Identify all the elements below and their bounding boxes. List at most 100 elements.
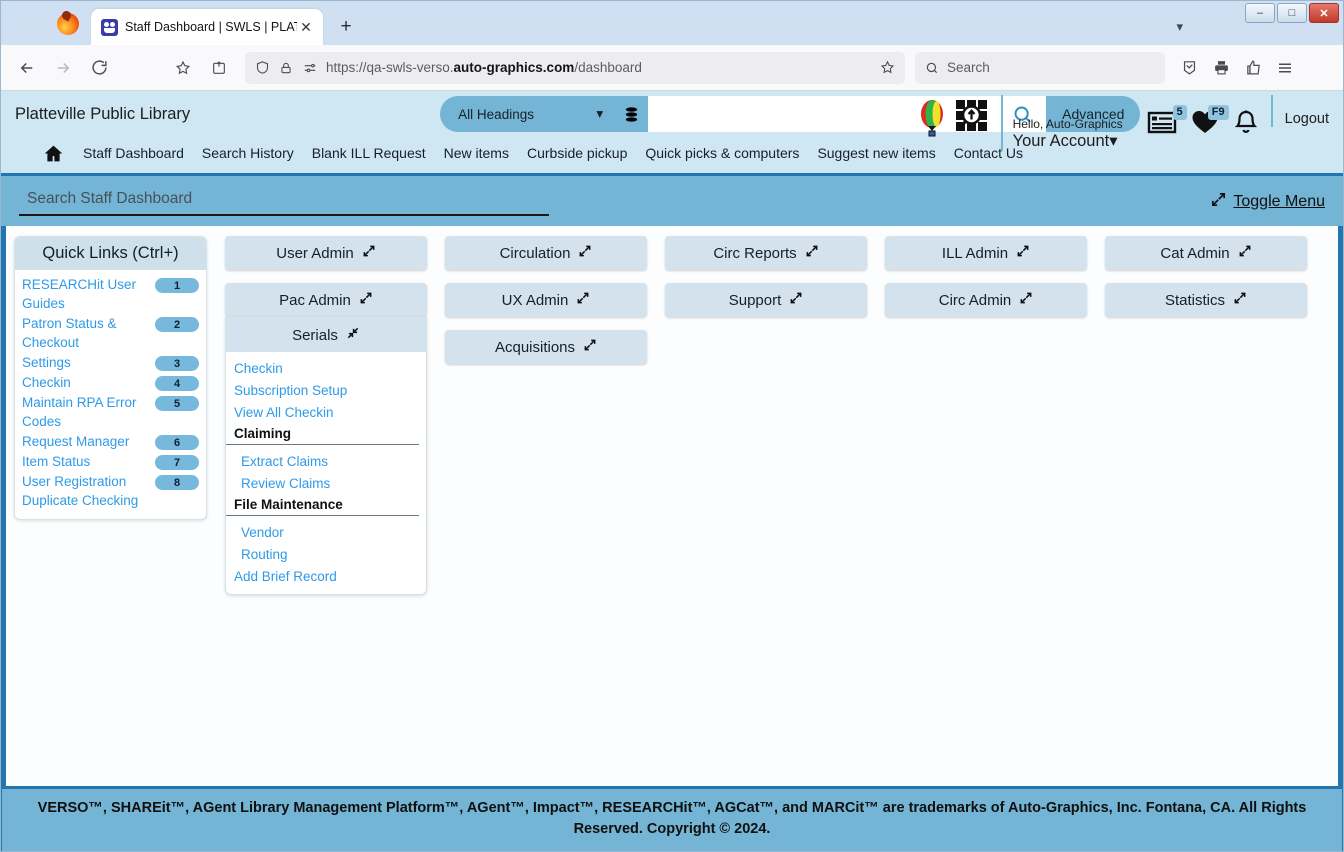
quick-link-row[interactable]: Maintain RPA Error Codes 5 bbox=[22, 393, 199, 431]
statistics-button[interactable]: Statistics bbox=[1105, 283, 1307, 317]
serials-link-review-claims[interactable]: Review Claims bbox=[226, 473, 426, 495]
close-window-button[interactable]: ✕ bbox=[1309, 3, 1339, 23]
expand-arrows-icon bbox=[1238, 244, 1252, 262]
serials-link-routing[interactable]: Routing bbox=[226, 544, 426, 566]
header-icon-group: Hello, Auto-Graphics Your Account▾ 5 F9 … bbox=[917, 95, 1329, 151]
quick-link-label[interactable]: Item Status bbox=[22, 452, 149, 471]
notifications-bell-icon[interactable] bbox=[1233, 109, 1259, 142]
ux-admin-button[interactable]: UX Admin bbox=[445, 283, 647, 317]
quick-link-label[interactable]: Checkin bbox=[22, 373, 149, 392]
favorites-badge: F9 bbox=[1207, 105, 1229, 120]
quick-link-badge: 8 bbox=[155, 475, 199, 490]
user-admin-button[interactable]: User Admin bbox=[225, 236, 427, 270]
permissions-icon[interactable] bbox=[301, 60, 319, 76]
user-admin-label: User Admin bbox=[276, 244, 354, 262]
acquisitions-button[interactable]: Acquisitions bbox=[445, 330, 647, 364]
quick-link-row[interactable]: Request Manager 6 bbox=[22, 432, 199, 451]
print-icon[interactable] bbox=[1205, 52, 1237, 84]
nav-item-search-history[interactable]: Search History bbox=[193, 145, 303, 161]
search-staff-dashboard-input[interactable] bbox=[19, 188, 549, 216]
chevron-down-icon: ▾ bbox=[1109, 132, 1118, 150]
search-icon bbox=[924, 60, 940, 76]
quick-link-row[interactable]: Patron Status & Checkout 2 bbox=[22, 314, 199, 352]
nav-item-blank-ill-request[interactable]: Blank ILL Request bbox=[303, 145, 435, 161]
nav-item-new-items[interactable]: New items bbox=[435, 145, 518, 161]
search-catalog-map-icon[interactable] bbox=[953, 97, 991, 142]
save-to-pocket-icon[interactable] bbox=[203, 52, 235, 84]
ill-admin-label: ILL Admin bbox=[941, 244, 1009, 262]
quick-link-label[interactable]: Patron Status & Checkout bbox=[22, 314, 149, 352]
quick-link-row[interactable]: Settings 3 bbox=[22, 353, 199, 372]
serials-link-view-all-checkin[interactable]: View All Checkin bbox=[226, 402, 426, 424]
favorites-icon-wrap[interactable]: F9 bbox=[1191, 105, 1229, 140]
ill-admin-button[interactable]: ILL Admin bbox=[885, 236, 1087, 270]
nav-item-quick-picks[interactable]: Quick picks & computers bbox=[636, 145, 808, 161]
your-account-dropdown[interactable]: Your Account▾ bbox=[1013, 131, 1123, 151]
cat-admin-button[interactable]: Cat Admin bbox=[1105, 236, 1307, 270]
quick-link-label[interactable]: Request Manager bbox=[22, 432, 149, 451]
nav-item-curbside-pickup[interactable]: Curbside pickup bbox=[518, 145, 636, 161]
quick-link-label[interactable]: Maintain RPA Error Codes bbox=[22, 393, 149, 431]
circ-reports-button[interactable]: Circ Reports bbox=[665, 236, 867, 270]
browser-tab[interactable]: Staff Dashboard | SWLS | PLATT ✕ bbox=[91, 9, 323, 45]
support-button[interactable]: Support bbox=[665, 283, 867, 317]
nav-item-staff-dashboard[interactable]: Staff Dashboard bbox=[74, 145, 193, 161]
serials-label: Serials bbox=[292, 326, 338, 344]
home-icon[interactable] bbox=[25, 143, 74, 164]
your-account-label: Your Account bbox=[1012, 132, 1110, 150]
hello-text: Hello, Auto-Graphics bbox=[1012, 117, 1123, 131]
my-lists-badge: 5 bbox=[1172, 105, 1187, 120]
expand-arrows-icon bbox=[1210, 191, 1227, 213]
dashboard-board: Quick Links (Ctrl+) RESEARCHit User Guid… bbox=[1, 226, 1343, 786]
quick-links-card: Quick Links (Ctrl+) RESEARCHit User Guid… bbox=[14, 236, 207, 520]
save-page-icon[interactable] bbox=[1173, 52, 1205, 84]
minimize-button[interactable]: – bbox=[1245, 3, 1275, 23]
database-select-icon[interactable] bbox=[615, 96, 649, 132]
expand-arrows-icon bbox=[1016, 244, 1030, 262]
quick-link-row[interactable]: RESEARCHit User Guides 1 bbox=[22, 275, 199, 313]
chevron-down-icon[interactable]: ▾ bbox=[1176, 19, 1183, 35]
serials-button[interactable]: Serials bbox=[226, 318, 426, 352]
lock-icon bbox=[278, 60, 294, 76]
add-bookmark-icon[interactable] bbox=[877, 58, 897, 78]
circ-admin-button[interactable]: Circ Admin bbox=[885, 283, 1087, 317]
serials-link-vendor[interactable]: Vendor bbox=[226, 522, 426, 544]
bookmark-star-icon[interactable] bbox=[167, 52, 199, 84]
shield-icon bbox=[253, 59, 271, 77]
toggle-menu-button[interactable]: Toggle Menu bbox=[1210, 191, 1325, 213]
browser-titlebar: Staff Dashboard | SWLS | PLATT ✕ + ▾ – □… bbox=[1, 1, 1343, 45]
reload-icon[interactable] bbox=[83, 52, 115, 84]
dashboard-column-1: User Admin Pac Admin Serials Checkin Sub… bbox=[225, 236, 427, 786]
serials-section-claiming: Claiming bbox=[226, 424, 419, 445]
maximize-button[interactable]: □ bbox=[1277, 3, 1307, 23]
new-tab-button[interactable]: + bbox=[331, 12, 361, 42]
dashboard-column-2: Circulation UX Admin Acquisitions bbox=[445, 236, 647, 786]
quick-link-label[interactable]: Settings bbox=[22, 353, 149, 372]
browser-window: Staff Dashboard | SWLS | PLATT ✕ + ▾ – □… bbox=[0, 0, 1344, 852]
serials-link-add-brief-record[interactable]: Add Brief Record bbox=[226, 566, 426, 588]
search-scope-select[interactable]: All Headings ▾ bbox=[440, 96, 616, 132]
pac-admin-button[interactable]: Pac Admin bbox=[225, 283, 427, 317]
balloon-icon[interactable] bbox=[917, 99, 947, 146]
forward-icon[interactable] bbox=[47, 52, 79, 84]
quick-link-badge: 7 bbox=[155, 455, 199, 470]
serials-link-subscription-setup[interactable]: Subscription Setup bbox=[226, 380, 426, 402]
quick-link-row[interactable]: Checkin 4 bbox=[22, 373, 199, 392]
serials-link-checkin[interactable]: Checkin bbox=[226, 358, 426, 380]
close-tab-icon[interactable]: ✕ bbox=[297, 18, 315, 36]
circulation-button[interactable]: Circulation bbox=[445, 236, 647, 270]
quick-link-row[interactable]: User Registration Duplicate Checking 8 bbox=[22, 472, 199, 510]
serials-link-extract-claims[interactable]: Extract Claims bbox=[226, 451, 426, 473]
browser-search-box[interactable]: Search bbox=[915, 51, 1165, 84]
quick-link-row[interactable]: Item Status 7 bbox=[22, 452, 199, 471]
quick-link-label[interactable]: User Registration Duplicate Checking bbox=[22, 472, 149, 510]
thumbs-up-icon[interactable] bbox=[1237, 52, 1269, 84]
hamburger-menu-icon[interactable] bbox=[1269, 52, 1301, 84]
url-bar[interactable]: https://qa-swls-verso.auto-graphics.com/… bbox=[245, 51, 905, 84]
quick-link-label[interactable]: RESEARCHit User Guides bbox=[22, 275, 149, 313]
my-lists-icon-wrap[interactable]: 5 bbox=[1147, 105, 1187, 140]
logout-link[interactable]: Logout bbox=[1285, 111, 1329, 127]
quick-link-badge: 6 bbox=[155, 435, 199, 450]
back-icon[interactable] bbox=[11, 52, 43, 84]
collapse-arrows-icon bbox=[346, 326, 360, 344]
